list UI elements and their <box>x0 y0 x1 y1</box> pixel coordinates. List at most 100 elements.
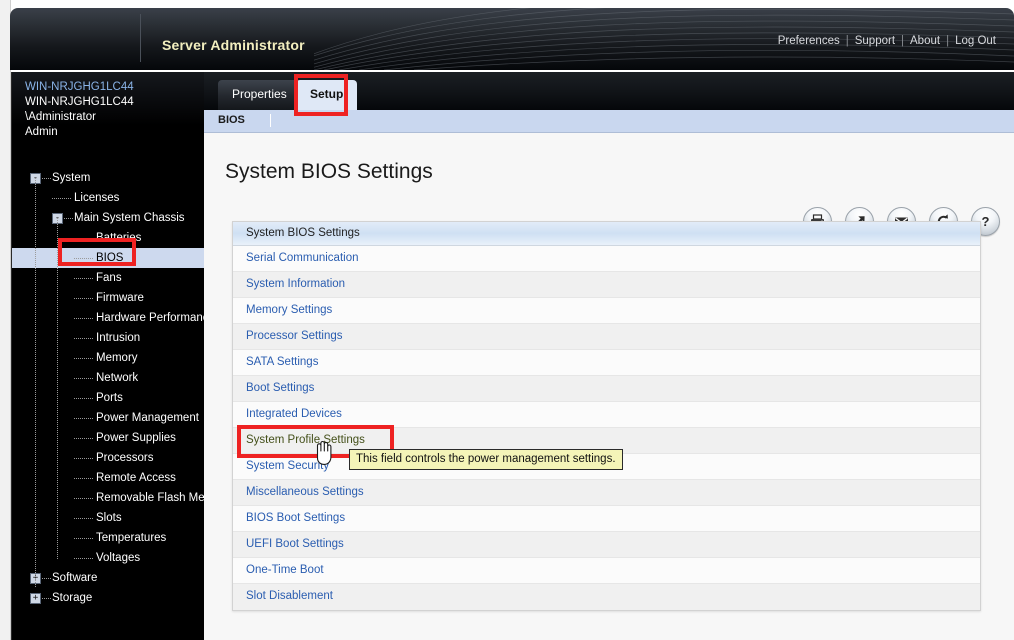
settings-row[interactable]: One-Time Boot <box>233 558 980 584</box>
settings-link-integrated-devices[interactable]: Integrated Devices <box>246 408 342 420</box>
tree-item-bios[interactable]: BIOS <box>12 248 205 268</box>
tree-item-label: Network <box>96 372 139 384</box>
tree-item-label: Licenses <box>74 192 120 204</box>
tree-item-remote-access[interactable]: Remote Access <box>12 468 205 488</box>
tree-item-label: Fans <box>96 272 122 284</box>
settings-link-one-time-boot[interactable]: One-Time Boot <box>246 564 324 576</box>
settings-link-sata-settings[interactable]: SATA Settings <box>246 356 318 368</box>
settings-link-serial-communication[interactable]: Serial Communication <box>246 252 359 264</box>
tree-item-slots[interactable]: Slots <box>12 508 205 528</box>
tree-connector <box>52 198 72 199</box>
tree-item-label: Hardware Performance <box>96 312 205 324</box>
tree-connector <box>74 398 94 399</box>
settings-link-memory-settings[interactable]: Memory Settings <box>246 304 332 316</box>
tree-item-voltages[interactable]: Voltages <box>12 548 205 568</box>
tree-expand-icon[interactable]: + <box>30 593 41 604</box>
tree-item-memory[interactable]: Memory <box>12 348 205 368</box>
settings-link-bios-boot-settings[interactable]: BIOS Boot Settings <box>246 512 345 524</box>
sub-tab-bios[interactable]: BIOS <box>218 114 245 126</box>
tree-connector <box>74 538 94 539</box>
tree-connector <box>74 518 94 519</box>
settings-row[interactable]: Memory Settings <box>233 298 980 324</box>
sidebar-hostname-link[interactable]: WIN-NRJGHG1LC44 <box>25 80 205 95</box>
tab-bar: Properties Setup <box>204 72 1014 110</box>
log-out-link[interactable]: Log Out <box>955 35 996 47</box>
navigation-tree: -System Licenses -Main System Chassis Batte… <box>12 168 205 608</box>
tree-connector <box>64 218 74 219</box>
tree-item-processors[interactable]: Processors <box>12 448 205 468</box>
content-area: System BIOS Settings ? System BIOS Setti… <box>204 133 1014 640</box>
main-panel: Properties Setup BIOS System BIOS Settin… <box>204 72 1014 640</box>
link-separator: | <box>845 35 849 47</box>
tree-connector <box>74 238 94 239</box>
tree-item-software[interactable]: +Software <box>12 568 205 588</box>
tree-item-network[interactable]: Network <box>12 368 205 388</box>
tree-item-label: Removable Flash Media <box>96 492 205 504</box>
settings-link-uefi-boot-settings[interactable]: UEFI Boot Settings <box>246 538 344 550</box>
tab-setup[interactable]: Setup <box>296 80 358 110</box>
settings-link-system-information[interactable]: System Information <box>246 278 345 290</box>
sidebar-hostname: WIN-NRJGHG1LC44 <box>25 96 134 108</box>
table-body: Serial Communication System Information Me… <box>233 246 980 610</box>
tree-connector <box>74 378 94 379</box>
tree-item-label: Memory <box>96 352 138 364</box>
tree-item-fans[interactable]: Fans <box>12 268 205 288</box>
tree-item-hardware-performance[interactable]: Hardware Performance <box>12 308 205 328</box>
tooltip: This field controls the power management… <box>349 449 623 470</box>
tree-item-ports[interactable]: Ports <box>12 388 205 408</box>
settings-row[interactable]: Processor Settings <box>233 324 980 350</box>
link-separator: | <box>901 35 905 47</box>
mouse-cursor-hand <box>316 441 332 465</box>
tree-connector <box>74 558 94 559</box>
settings-link-slot-disablement[interactable]: Slot Disablement <box>246 590 333 602</box>
page-scroll-gutter[interactable] <box>0 0 11 640</box>
tree-connector <box>42 598 52 599</box>
tree-item-label: Remote Access <box>96 472 176 484</box>
tree-item-removable-flash-media[interactable]: Removable Flash Media <box>12 488 205 508</box>
tab-properties[interactable]: Properties <box>218 80 301 110</box>
tree-item-power-supplies[interactable]: Power Supplies <box>12 428 205 448</box>
settings-row[interactable]: Miscellaneous Settings <box>233 480 980 506</box>
tree-connector <box>74 278 94 279</box>
settings-link-processor-settings[interactable]: Processor Settings <box>246 330 343 342</box>
support-link[interactable]: Support <box>855 35 895 47</box>
tree-connector <box>74 418 94 419</box>
tree-connector <box>74 458 94 459</box>
tree-item-power-management[interactable]: Power Management <box>12 408 205 428</box>
settings-row[interactable]: Integrated Devices <box>233 402 980 428</box>
settings-link-boot-settings[interactable]: Boot Settings <box>246 382 314 394</box>
tree-item-firmware[interactable]: Firmware <box>12 288 205 308</box>
banner-links: Preferences | Support | About | Log Out <box>778 35 996 47</box>
settings-row[interactable]: Serial Communication <box>233 246 980 272</box>
settings-row[interactable]: System Information <box>233 272 980 298</box>
settings-row[interactable]: UEFI Boot Settings <box>233 532 980 558</box>
settings-row[interactable]: Boot Settings <box>233 376 980 402</box>
tree-item-main-system-chassis[interactable]: -Main System Chassis <box>12 208 205 228</box>
settings-link-system-profile-settings[interactable]: System Profile Settings <box>246 434 365 446</box>
tree-connector <box>74 478 94 479</box>
tree-connector <box>74 298 94 299</box>
server-administrator-page: Server Administrator Preferences | Support… <box>0 0 1014 640</box>
tree-item-label: Software <box>52 572 98 584</box>
preferences-link[interactable]: Preferences <box>778 35 840 47</box>
settings-row[interactable]: BIOS Boot Settings <box>233 506 980 532</box>
tree-item-licenses[interactable]: Licenses <box>12 188 205 208</box>
banner-divider <box>140 14 141 62</box>
tree-connector <box>74 318 94 319</box>
tree-spine-chassis <box>57 218 58 560</box>
about-link[interactable]: About <box>910 35 940 47</box>
tree-item-batteries[interactable]: Batteries <box>12 228 205 248</box>
tree-item-system[interactable]: -System <box>12 168 205 188</box>
settings-link-miscellaneous-settings[interactable]: Miscellaneous Settings <box>246 486 364 498</box>
tree-item-label: Slots <box>96 512 122 524</box>
tree-item-label: Voltages <box>96 552 141 564</box>
settings-row[interactable]: Slot Disablement <box>233 584 980 610</box>
tree-item-storage[interactable]: + Storage <box>12 588 205 608</box>
page-title: System BIOS Settings <box>225 160 433 183</box>
settings-row[interactable]: SATA Settings <box>233 350 980 376</box>
app-banner: Server Administrator Preferences | Support… <box>10 8 1014 70</box>
tree-item-intrusion[interactable]: Intrusion <box>12 328 205 348</box>
tree-item-label: Firmware <box>96 292 144 304</box>
tree-item-temperatures[interactable]: Temperatures <box>12 528 205 548</box>
sub-tab-bar: BIOS <box>204 110 1014 133</box>
